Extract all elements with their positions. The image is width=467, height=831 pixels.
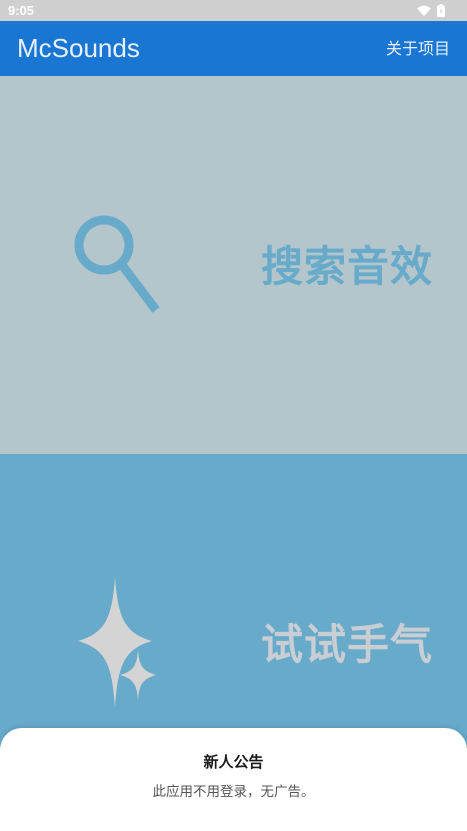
- notice-message: 此应用不用登录，无广告。: [152, 784, 315, 800]
- search-icon: [74, 215, 160, 313]
- status-time: 9:05: [8, 3, 35, 18]
- try-luck-label: 试试手气: [260, 620, 433, 669]
- sparkle-icon: [78, 577, 156, 707]
- notice-sheet: 新人公告 此应用不用登录，无广告。: [0, 728, 467, 831]
- battery-icon: [437, 4, 445, 17]
- search-sounds-label: 搜索音效: [260, 242, 433, 291]
- app-bar: McSounds 关于项目: [0, 21, 467, 76]
- notice-title: 新人公告: [203, 753, 264, 771]
- wifi-icon: [417, 5, 431, 16]
- search-sounds-tile[interactable]: 搜索音效: [0, 76, 467, 454]
- status-bar: 9:05: [0, 0, 467, 21]
- app-title: McSounds: [17, 33, 140, 63]
- about-project-button[interactable]: 关于项目: [386, 38, 450, 60]
- status-icons: [417, 3, 445, 18]
